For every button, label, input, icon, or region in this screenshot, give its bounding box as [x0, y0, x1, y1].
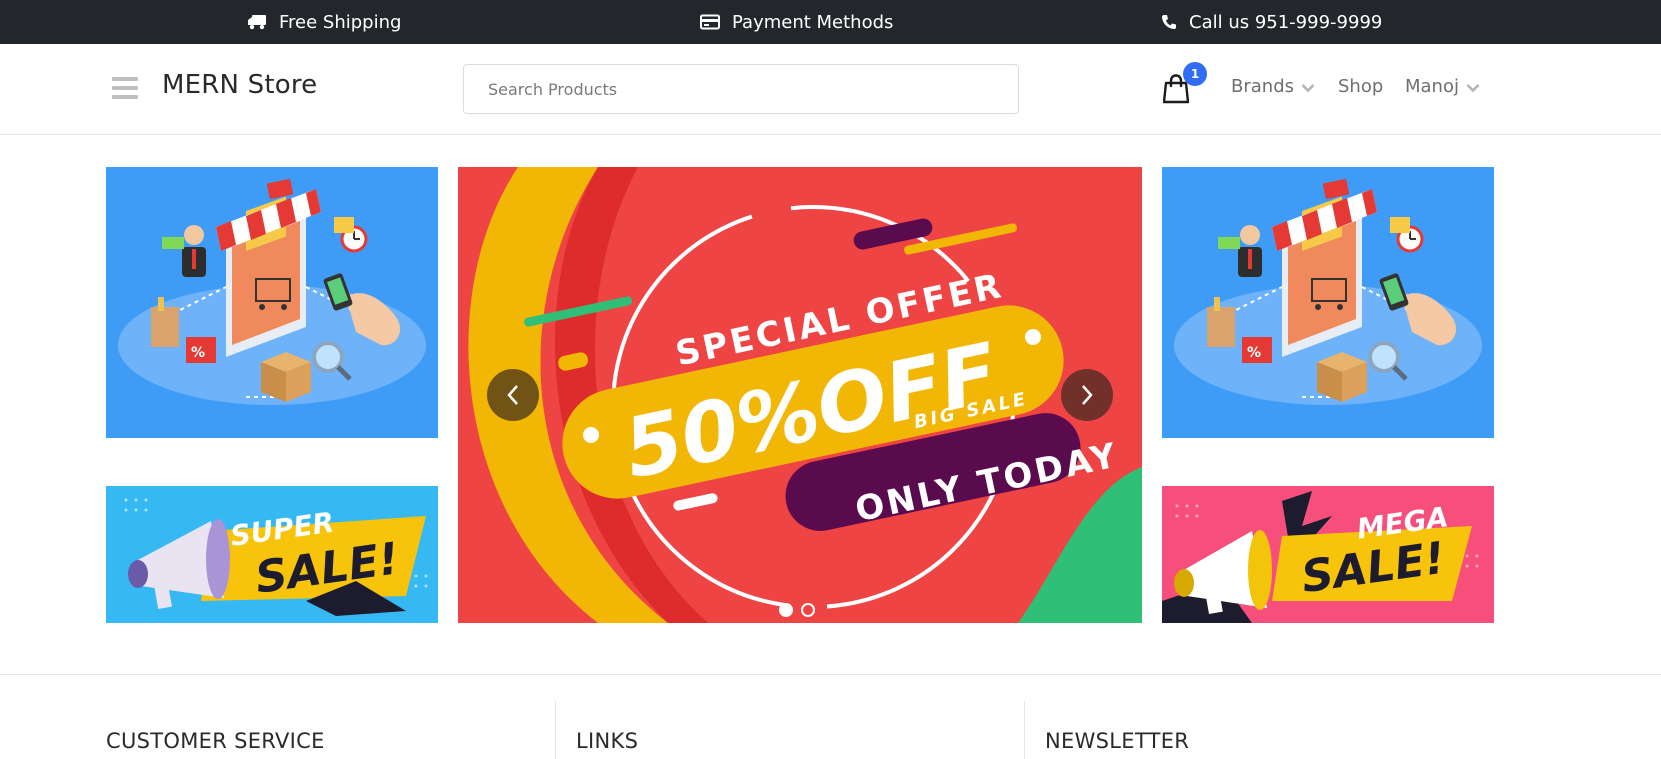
online-shopping-banner-left[interactable]: %	[106, 167, 438, 438]
payment-methods-text: Payment Methods	[732, 11, 894, 33]
customer-service-heading: CUSTOMER SERVICE	[106, 729, 325, 753]
super-sale-banner[interactable]: SUPER SALE!	[106, 486, 438, 623]
mega-sale-banner[interactable]: MEGA SALE!	[1162, 486, 1494, 623]
truck-icon	[248, 15, 266, 30]
links-heading: LINKS	[576, 729, 639, 753]
top-info-bar: Free Shipping Payment Methods Call us 95…	[0, 0, 1661, 44]
online-shopping-illustration: %	[118, 179, 426, 405]
nav-shop-label: Shop	[1338, 76, 1384, 97]
nav-brands-label: Brands	[1231, 76, 1294, 97]
chevron-down-icon	[1301, 84, 1315, 93]
special-offer-slide: SPECIAL OFFER 50%OFF BIG SALE ONLY TODAY	[458, 167, 1142, 623]
online-shopping-illustration: %	[1174, 179, 1482, 405]
carousel-next-button[interactable]	[1061, 369, 1113, 421]
free-shipping-info: Free Shipping	[247, 0, 401, 44]
site-footer: CUSTOMER SERVICE LINKS NEWSLETTER	[0, 674, 1661, 759]
chevron-down-icon	[1466, 84, 1480, 93]
nav-user-label: Manoj	[1405, 76, 1459, 97]
call-us-text: Call us 951-999-9999	[1189, 11, 1383, 33]
nav-brands-dropdown[interactable]: Brands	[1231, 76, 1315, 97]
search-input[interactable]	[463, 64, 1019, 114]
carousel-prev-button[interactable]	[487, 369, 539, 421]
nav-user-dropdown[interactable]: Manoj	[1405, 76, 1480, 97]
super-sale-illustration: SUPER SALE!	[124, 498, 428, 616]
call-us-info: Call us 951-999-9999	[1161, 0, 1382, 44]
svg-text:%: %	[191, 345, 205, 361]
chevron-right-icon	[1082, 385, 1093, 405]
store-logo[interactable]: MERN Store	[162, 70, 317, 100]
hamburger-menu-icon[interactable]	[112, 77, 138, 99]
site-header: MERN Store 1 Brands Shop Manoj	[0, 44, 1661, 135]
carousel-dot-2[interactable]	[801, 603, 815, 617]
payment-methods-info: Payment Methods	[700, 0, 893, 44]
mega-sale-illustration: MEGA SALE!	[1162, 491, 1479, 623]
cart-count-badge: 1	[1183, 62, 1207, 86]
chevron-left-icon	[507, 385, 518, 405]
svg-text:%: %	[1247, 345, 1261, 361]
nav-shop-link[interactable]: Shop	[1338, 76, 1383, 97]
online-shopping-banner-right[interactable]: %	[1162, 167, 1494, 438]
credit-card-icon	[700, 14, 720, 30]
free-shipping-text: Free Shipping	[279, 11, 402, 33]
phone-icon	[1162, 15, 1176, 29]
carousel-dot-1[interactable]	[779, 603, 793, 617]
newsletter-heading: NEWSLETTER	[1045, 729, 1190, 753]
footer-divider	[1024, 701, 1025, 759]
footer-divider	[555, 701, 556, 759]
hero-carousel[interactable]: SPECIAL OFFER 50%OFF BIG SALE ONLY TODAY	[458, 167, 1142, 623]
